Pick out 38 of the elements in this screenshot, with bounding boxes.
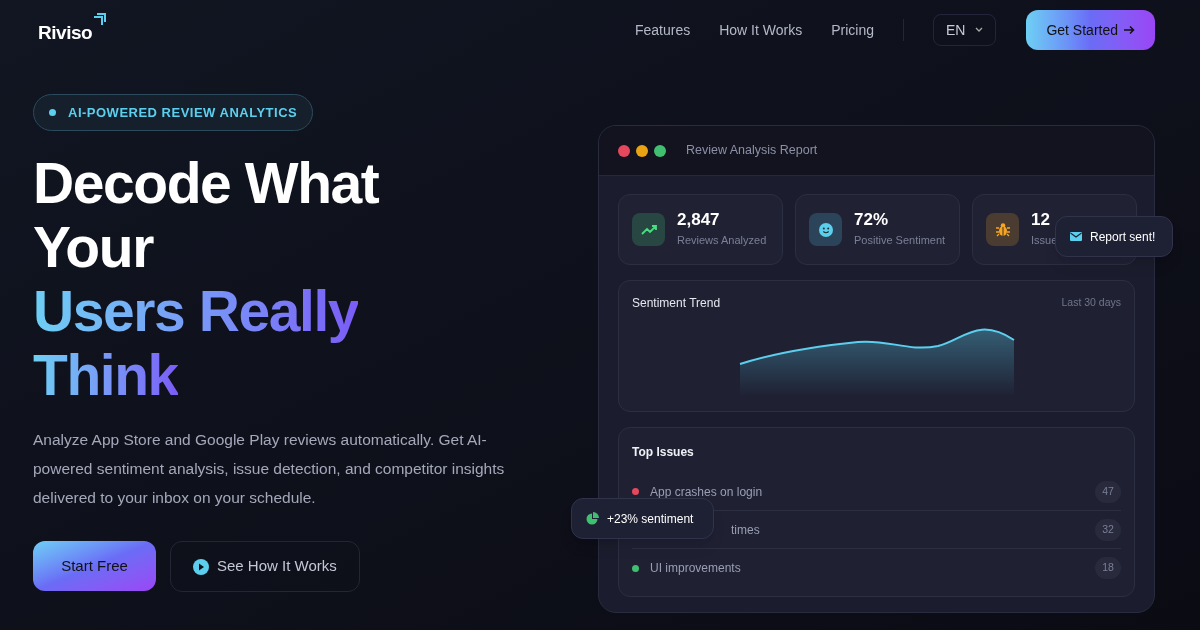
- window-title: Review Analysis Report: [686, 142, 818, 160]
- trend-up-icon: [640, 224, 657, 235]
- nav-link[interactable]: Features: [634, 19, 691, 41]
- stat-value: 12: [1031, 210, 1051, 231]
- toast-text: Report sent!: [1090, 228, 1156, 246]
- smiley-icon: [818, 222, 833, 237]
- bug-icon: [995, 222, 1010, 237]
- get-started-button[interactable]: Get Started: [1026, 10, 1155, 50]
- envelope-icon: [1070, 232, 1082, 241]
- hero-badge: AI-POWERED REVIEW ANALYTICS: [33, 94, 314, 131]
- stat-value: 72%: [854, 210, 890, 231]
- issue-count: 32: [1095, 518, 1121, 541]
- toast-text: +23% sentiment: [607, 510, 694, 528]
- chevron-down-icon: [975, 27, 984, 33]
- issue-count: 47: [1095, 480, 1121, 503]
- language-select[interactable]: EN: [932, 14, 997, 46]
- play-icon: [193, 558, 209, 575]
- issue-label: times: [731, 521, 760, 539]
- see-how-it-works-button[interactable]: See How It Works: [170, 541, 360, 592]
- card-title: Sentiment Trend: [632, 295, 721, 312]
- nav-link[interactable]: How It Works: [719, 19, 803, 41]
- card-title: Top Issues: [632, 444, 695, 461]
- start-free-button[interactable]: Start Free: [33, 541, 156, 591]
- stat-label: Positive Sentiment: [854, 233, 946, 249]
- headline-line: Your: [33, 215, 153, 279]
- nav-link[interactable]: Pricing: [831, 19, 874, 41]
- issue-label: UI improvements: [650, 560, 741, 577]
- stat-value: 2,847: [677, 210, 721, 231]
- pie-chart-icon: [586, 512, 599, 525]
- logo-arrows-icon: [92, 12, 107, 27]
- headline-line: Decode What: [33, 151, 379, 215]
- date-range-label: Last 30 days: [1061, 295, 1121, 311]
- hero-description: Analyze App Store and Google Play reviews automatically. Get AI-powered sentiment analysis, issue detection, and competitor insights delivered to your inbox on your schedule.: [33, 430, 506, 508]
- stat-label: Reviews Analyzed: [677, 233, 767, 249]
- brand-logo[interactable]: Riviso: [38, 18, 93, 48]
- issue-count: 18: [1095, 557, 1121, 579]
- issue-label: App crashes on login: [650, 483, 763, 501]
- arrow-right-icon: [1124, 25, 1135, 35]
